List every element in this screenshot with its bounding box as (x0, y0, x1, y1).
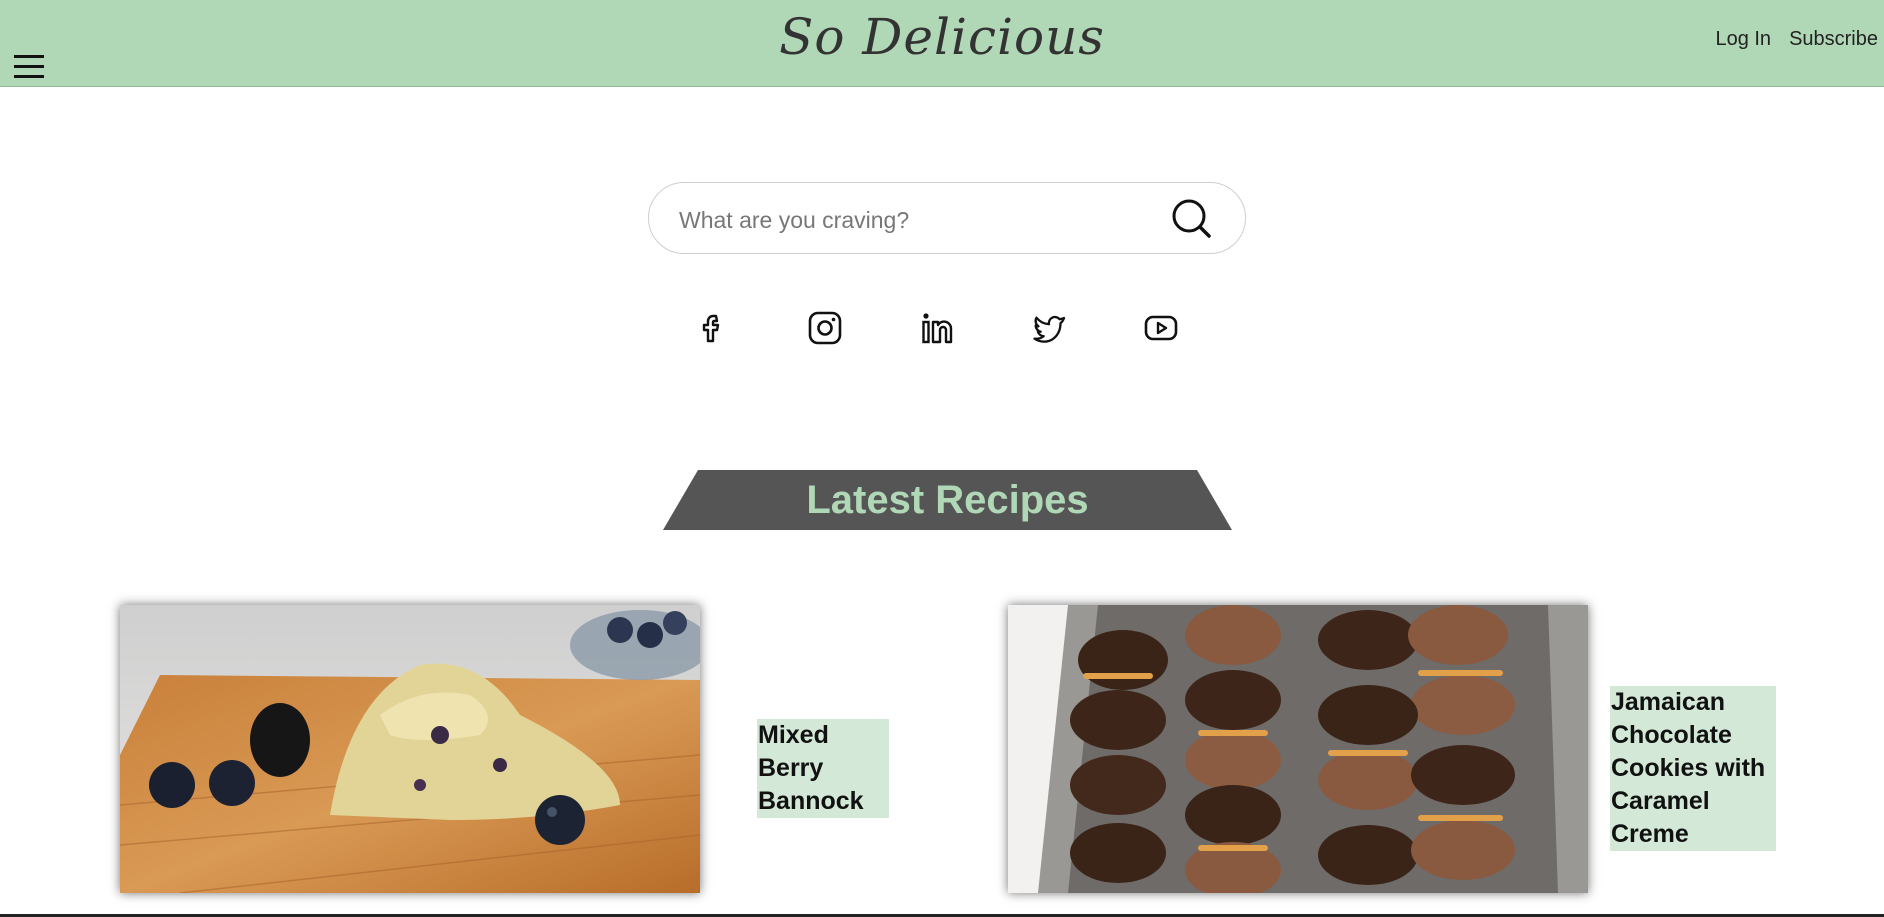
facebook-icon[interactable] (695, 310, 731, 346)
section-title: Latest Recipes (806, 478, 1089, 522)
chocolate-cookies-photo[interactable] (1008, 605, 1588, 893)
linkedin-icon[interactable] (919, 310, 955, 346)
login-link[interactable]: Log In (1715, 28, 1771, 51)
search-bar (648, 182, 1246, 254)
top-nav: Log In Subscribe (1715, 28, 1878, 51)
berry-bannock-photo[interactable] (120, 605, 700, 893)
latest-recipes-banner: Latest Recipes (663, 470, 1232, 530)
subscribe-link[interactable]: Subscribe (1789, 28, 1878, 51)
site-header: So Delicious Log In Subscribe (0, 0, 1884, 87)
recipe-title-link[interactable]: Mixed Berry Bannock (757, 719, 889, 818)
social-links (0, 310, 1884, 346)
recipe-title-link[interactable]: Jamaican Chocolate Cookies with Caramel … (1610, 686, 1776, 851)
site-logo[interactable]: So Delicious (0, 8, 1884, 66)
search-icon[interactable] (1169, 197, 1213, 241)
instagram-icon[interactable] (807, 310, 843, 346)
search-input[interactable] (677, 201, 1151, 239)
youtube-icon[interactable] (1143, 310, 1179, 346)
twitter-icon[interactable] (1031, 310, 1067, 346)
